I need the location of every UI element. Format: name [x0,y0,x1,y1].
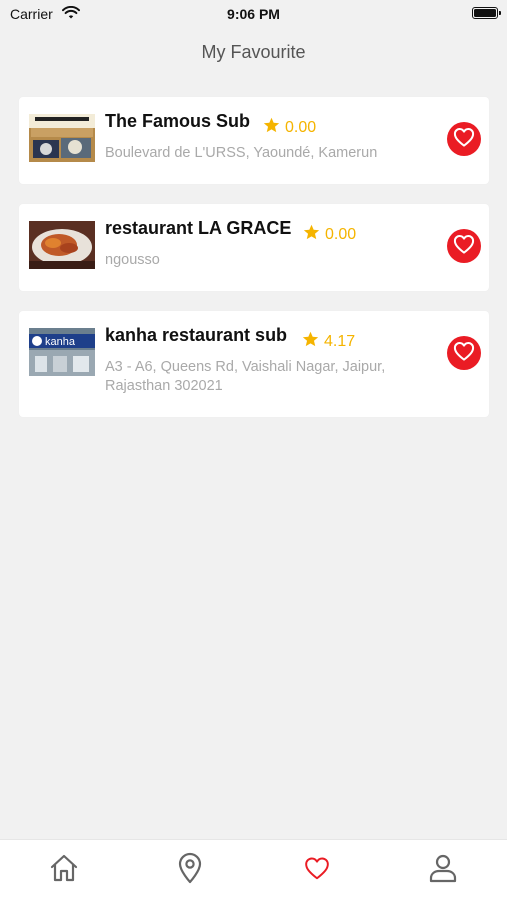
favourite-button[interactable] [447,229,481,263]
battery-icon [472,7,501,19]
heart-icon [453,234,475,259]
heart-icon [453,341,475,366]
status-time: 9:06 PM [227,6,280,22]
page-title: My Favourite [201,42,306,62]
star-icon [263,117,280,138]
star-icon [302,331,319,352]
rating-value: 4.17 [324,332,356,350]
restaurant-card[interactable]: restaurant LA GRACE 0.00 ngousso [19,204,489,291]
rating: 0.00 [263,117,316,138]
restaurant-name: kanha restaurant sub [105,325,288,345]
user-icon [427,852,459,889]
restaurant-address: A3 - A6, Queens Rd, Vaishali Nagar, Jaip… [105,359,386,394]
restaurant-thumbnail: kanha [29,328,95,376]
tab-home[interactable] [44,852,84,888]
restaurant-thumbnail [29,221,95,269]
restaurant-address: ngousso [105,252,160,268]
rating: 4.17 [302,331,355,352]
restaurant-address: Boulevard de L'URSS, Yaoundé, Kamerun [105,145,378,161]
rating-value: 0.00 [325,225,357,243]
restaurant-name: restaurant LA GRACE [105,218,292,238]
heart-icon [453,127,475,152]
star-icon [303,224,320,245]
rating: 0.00 [303,224,356,245]
restaurant-name: The Famous Sub [105,111,251,131]
favourite-button[interactable] [447,122,481,156]
home-icon [48,852,80,889]
heart-icon [304,856,330,885]
tab-profile[interactable] [423,852,463,888]
status-bar: Carrier 9:06 PM [0,0,507,30]
tab-favourites[interactable] [297,852,337,888]
tab-bar [0,839,507,900]
location-pin-icon [176,852,204,889]
rating-value: 0.00 [285,118,317,136]
restaurant-card[interactable]: The Famous Sub 0.00 Boulevard de L'URSS,… [19,97,489,184]
favourite-button[interactable] [447,336,481,370]
tab-location[interactable] [170,852,210,888]
restaurant-card[interactable]: kanha kanha restaurant sub 4.17 A3 - A6,… [19,311,489,417]
svg-text:kanha: kanha [45,336,76,348]
restaurant-thumbnail [29,114,95,162]
